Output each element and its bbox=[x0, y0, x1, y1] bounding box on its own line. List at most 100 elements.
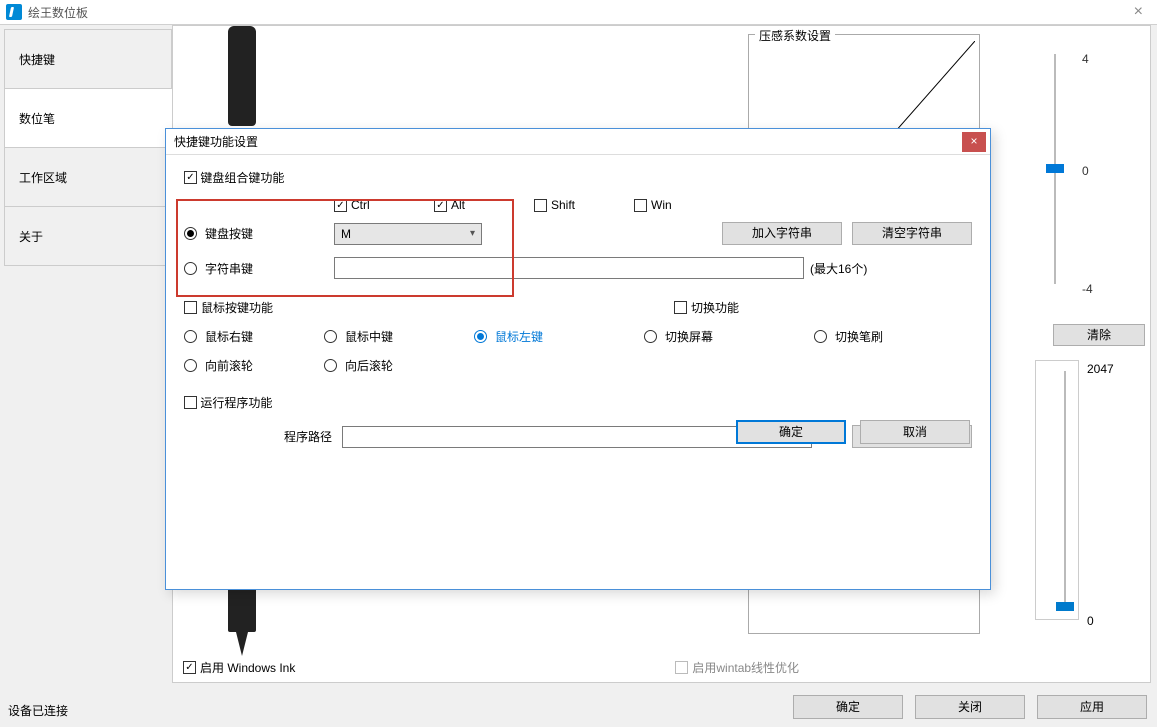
tab-label: 关于 bbox=[19, 228, 43, 245]
button-label: 确定 bbox=[779, 425, 803, 439]
dialog-close-button[interactable]: × bbox=[962, 132, 986, 152]
tab-pen[interactable]: 数位笔 bbox=[4, 88, 172, 148]
checkbox-label: Win bbox=[651, 198, 672, 212]
checkbox-label: 启用wintab线性优化 bbox=[692, 659, 799, 676]
pressure-range-slider: 2047 0 bbox=[1027, 360, 1147, 630]
ok-button[interactable]: 确定 bbox=[793, 695, 903, 719]
alt-checkbox[interactable]: ✓Alt bbox=[434, 198, 534, 212]
wheel-radios-row: 向前滚轮 向后滚轮 bbox=[184, 357, 972, 374]
radio-label: 切换屏幕 bbox=[665, 328, 713, 345]
ctrl-checkbox[interactable]: ✓Ctrl bbox=[334, 198, 434, 212]
string-key-row: 字符串键 (最大16个) bbox=[184, 257, 972, 279]
checkbox-label: Shift bbox=[551, 198, 575, 212]
slider-label-bot: 0 bbox=[1087, 614, 1094, 628]
checkbox-label: 键盘组合键功能 bbox=[200, 169, 284, 186]
mouse-function-checkbox[interactable]: 鼠标按键功能 bbox=[184, 299, 634, 316]
sidebar: 快捷键 数位笔 工作区域 关于 bbox=[0, 25, 172, 683]
clear-button[interactable]: 清除 bbox=[1053, 324, 1145, 346]
button-label: 取消 bbox=[903, 425, 927, 439]
shortcut-dialog: 快捷键功能设置 × ✓ 键盘组合键功能 ✓Ctrl ✓Alt Shift Win… bbox=[165, 128, 991, 590]
radio-label: 切换笔刷 bbox=[835, 328, 883, 345]
dialog-titlebar: 快捷键功能设置 × bbox=[166, 129, 990, 155]
radio-label: 鼠标右键 bbox=[205, 328, 253, 345]
keyboard-key-row: 键盘按键 M▾ 加入字符串 清空字符串 bbox=[184, 222, 972, 245]
combobox-value: M bbox=[341, 227, 351, 241]
run-program-checkbox[interactable]: 运行程序功能 bbox=[184, 394, 972, 411]
tab-label: 数位笔 bbox=[19, 110, 55, 127]
dialog-ok-button[interactable]: 确定 bbox=[736, 420, 846, 444]
tab-label: 快捷键 bbox=[19, 51, 55, 68]
key-combobox[interactable]: M▾ bbox=[334, 223, 482, 245]
enable-wintab-checkbox[interactable]: 启用wintab线性优化 bbox=[675, 659, 799, 676]
switch-screen-radio[interactable]: 切换屏幕 bbox=[644, 328, 814, 345]
radio-label: 字符串键 bbox=[205, 260, 253, 277]
add-string-button[interactable]: 加入字符串 bbox=[722, 222, 842, 245]
tab-about[interactable]: 关于 bbox=[4, 206, 172, 266]
mouse-switch-heading-row: 鼠标按键功能 切换功能 bbox=[184, 299, 972, 316]
button-label: 加入字符串 bbox=[752, 226, 812, 240]
checkbox-label: 启用 Windows Ink bbox=[200, 659, 295, 676]
enable-windows-ink-checkbox[interactable]: ✓ 启用 Windows Ink bbox=[183, 659, 295, 676]
main-footer-buttons: 确定 关闭 应用 bbox=[793, 695, 1147, 719]
keyboard-key-radio[interactable]: 键盘按键 bbox=[184, 225, 334, 242]
mouse-radios-row: 鼠标右键 鼠标中键 鼠标左键 切换屏幕 切换笔刷 bbox=[184, 328, 972, 345]
string-input[interactable] bbox=[334, 257, 804, 279]
slider-thumb[interactable] bbox=[1046, 164, 1064, 173]
slider-label-bot: -4 bbox=[1082, 282, 1093, 296]
switch-function-checkbox[interactable]: 切换功能 bbox=[674, 299, 739, 316]
checkbox-label: 鼠标按键功能 bbox=[201, 299, 273, 316]
highlight-annotation bbox=[176, 199, 514, 297]
checkbox-label: 运行程序功能 bbox=[200, 394, 272, 411]
checkbox-label: Alt bbox=[451, 198, 465, 212]
button-label: 清空字符串 bbox=[882, 226, 942, 240]
tab-workarea[interactable]: 工作区域 bbox=[4, 147, 172, 207]
bottom-options-row: ✓ 启用 Windows Ink 启用wintab线性优化 bbox=[183, 659, 1140, 676]
button-label: 确定 bbox=[836, 700, 860, 714]
status-text: 设备已连接 bbox=[8, 702, 68, 719]
slider-thumb[interactable] bbox=[1056, 602, 1074, 611]
pressure-coef-slider[interactable]: 4 0 -4 bbox=[1027, 34, 1147, 294]
slider-label-mid: 0 bbox=[1082, 164, 1089, 178]
dialog-title: 快捷键功能设置 bbox=[174, 133, 962, 150]
checkbox-label: Ctrl bbox=[351, 198, 370, 212]
dialog-cancel-button[interactable]: 取消 bbox=[860, 420, 970, 444]
slider-label-top: 4 bbox=[1082, 52, 1089, 66]
program-path-label: 程序路径 bbox=[284, 428, 332, 445]
shift-checkbox[interactable]: Shift bbox=[534, 198, 634, 212]
string-key-radio[interactable]: 字符串键 bbox=[184, 260, 334, 277]
chevron-down-icon: ▾ bbox=[470, 228, 475, 239]
app-icon bbox=[6, 4, 22, 20]
tab-label: 工作区域 bbox=[19, 169, 67, 186]
wheel-back-radio[interactable]: 向后滚轮 bbox=[324, 357, 444, 374]
modifier-row: ✓Ctrl ✓Alt Shift Win bbox=[334, 198, 972, 212]
clear-string-button[interactable]: 清空字符串 bbox=[852, 222, 972, 245]
radio-label: 向后滚轮 bbox=[345, 357, 393, 374]
button-label: 关闭 bbox=[958, 700, 982, 714]
mouse-right-radio[interactable]: 鼠标右键 bbox=[184, 328, 324, 345]
dialog-footer: 确定 取消 bbox=[736, 420, 970, 444]
window-close-icon[interactable]: × bbox=[1126, 3, 1151, 21]
win-checkbox[interactable]: Win bbox=[634, 198, 734, 212]
tab-shortcut[interactable]: 快捷键 bbox=[4, 29, 172, 89]
radio-label: 鼠标左键 bbox=[495, 328, 543, 345]
pressure-slider-panel: 4 0 -4 bbox=[1027, 34, 1147, 294]
button-label: 应用 bbox=[1080, 700, 1104, 714]
string-hint-label: (最大16个) bbox=[810, 260, 867, 277]
button-label: 清除 bbox=[1087, 328, 1111, 342]
radio-label: 键盘按键 bbox=[205, 225, 253, 242]
apply-button[interactable]: 应用 bbox=[1037, 695, 1147, 719]
keyboard-combo-checkbox[interactable]: ✓ 键盘组合键功能 bbox=[184, 169, 972, 186]
pen-graphic-top bbox=[228, 26, 256, 126]
pen-graphic-bottom bbox=[228, 582, 256, 662]
slider-label-top: 2047 bbox=[1087, 362, 1114, 376]
window-titlebar: 绘王数位板 × bbox=[0, 0, 1157, 25]
radio-label: 鼠标中键 bbox=[345, 328, 393, 345]
mouse-left-radio[interactable]: 鼠标左键 bbox=[474, 328, 644, 345]
checkbox-label: 切换功能 bbox=[691, 299, 739, 316]
window-title: 绘王数位板 bbox=[28, 4, 1126, 21]
mouse-middle-radio[interactable]: 鼠标中键 bbox=[324, 328, 474, 345]
radio-label: 向前滚轮 bbox=[205, 357, 253, 374]
wheel-fwd-radio[interactable]: 向前滚轮 bbox=[184, 357, 324, 374]
close-button[interactable]: 关闭 bbox=[915, 695, 1025, 719]
switch-brush-radio[interactable]: 切换笔刷 bbox=[814, 328, 934, 345]
